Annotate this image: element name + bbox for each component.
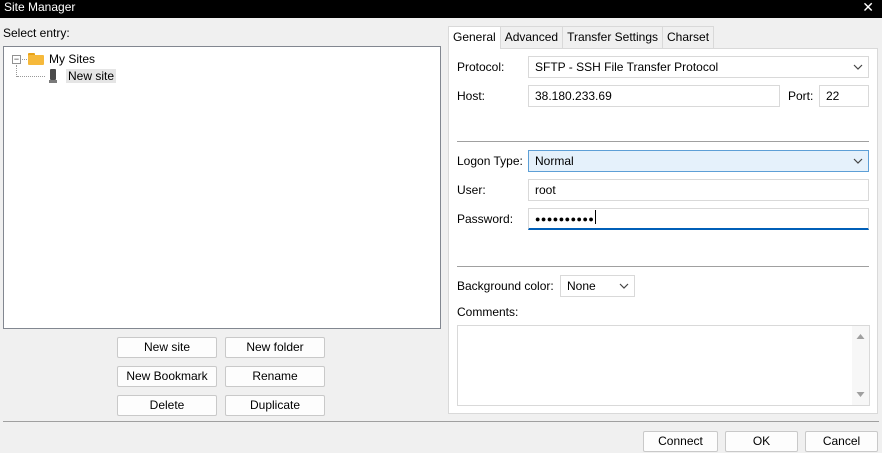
tree-item-label: My Sites: [49, 52, 96, 66]
password-label: Password:: [457, 212, 514, 226]
title-bar: Site Manager ✕: [0, 0, 882, 18]
password-value: ●●●●●●●●●●: [535, 214, 595, 224]
user-input[interactable]: root: [528, 179, 869, 201]
comments-label: Comments:: [457, 305, 519, 319]
tree-connector: [17, 76, 45, 77]
background-color-select[interactable]: None: [560, 275, 635, 297]
server-icon: [48, 69, 58, 83]
scrollbar[interactable]: [852, 326, 869, 405]
rename-button[interactable]: Rename: [225, 366, 325, 387]
tab-general[interactable]: General: [448, 26, 501, 49]
chevron-down-icon: [852, 155, 864, 167]
settings-tabs: General Advanced Transfer Settings Chars…: [448, 26, 715, 49]
host-input[interactable]: 38.180.233.69: [528, 85, 780, 107]
logon-type-label: Logon Type:: [457, 154, 523, 168]
port-label: Port:: [788, 89, 814, 103]
tab-advanced[interactable]: Advanced: [499, 26, 564, 48]
duplicate-button[interactable]: Duplicate: [225, 395, 325, 416]
host-label: Host:: [457, 89, 486, 103]
new-folder-button[interactable]: New folder: [225, 337, 325, 358]
connect-button[interactable]: Connect: [643, 431, 718, 452]
delete-button[interactable]: Delete: [117, 395, 217, 416]
new-bookmark-button[interactable]: New Bookmark: [117, 366, 217, 387]
close-icon[interactable]: ✕: [862, 0, 874, 15]
select-entry-label: Select entry:: [3, 26, 70, 40]
logon-type-value: Normal: [535, 154, 574, 168]
site-tree[interactable]: − My Sites New site: [3, 46, 441, 329]
divider: [457, 141, 869, 142]
protocol-select[interactable]: SFTP - SSH File Transfer Protocol: [528, 56, 869, 78]
tree-item-label: New site: [66, 69, 117, 83]
chevron-down-icon: [618, 280, 630, 292]
tab-charset[interactable]: Charset: [662, 26, 715, 48]
password-input[interactable]: ●●●●●●●●●●: [528, 208, 869, 230]
protocol-label: Protocol:: [457, 60, 505, 74]
window-title: Site Manager: [4, 0, 76, 14]
logon-type-select[interactable]: Normal: [528, 150, 869, 172]
protocol-value: SFTP - SSH File Transfer Protocol: [535, 60, 719, 74]
divider: [457, 266, 869, 267]
folder-icon: [28, 53, 44, 65]
scroll-down-icon[interactable]: [856, 390, 865, 399]
ok-button[interactable]: OK: [725, 431, 798, 452]
footer-divider: [3, 421, 879, 422]
background-color-value: None: [567, 279, 596, 293]
scroll-up-icon[interactable]: [856, 332, 865, 341]
collapse-icon[interactable]: −: [12, 55, 21, 64]
comments-textarea[interactable]: [457, 325, 870, 406]
text-caret: [595, 210, 597, 224]
new-site-button[interactable]: New site: [117, 337, 217, 358]
cancel-button[interactable]: Cancel: [805, 431, 878, 452]
port-input[interactable]: 22: [819, 85, 869, 107]
tab-transfer-settings[interactable]: Transfer Settings: [562, 26, 664, 48]
tree-item-new-site[interactable]: New site: [48, 68, 117, 84]
tree-item-my-sites[interactable]: My Sites: [28, 51, 95, 67]
user-label: User:: [457, 183, 486, 197]
tree-connector: [22, 59, 27, 60]
chevron-down-icon: [852, 61, 864, 73]
background-color-label: Background color:: [457, 279, 554, 293]
